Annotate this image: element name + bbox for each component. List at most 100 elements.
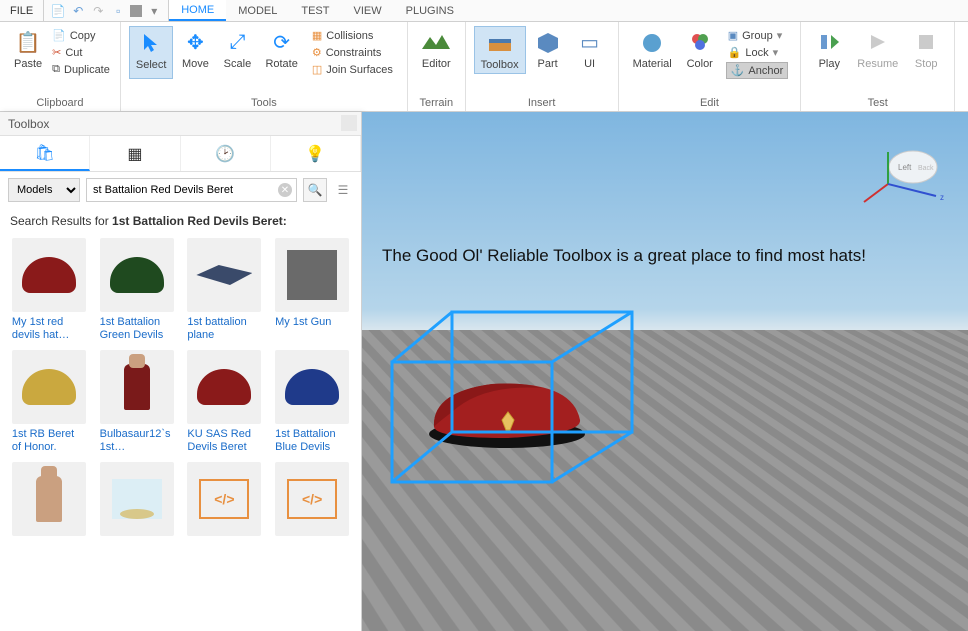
toolbox-button[interactable]: Toolbox <box>474 26 526 74</box>
anchor-button[interactable]: ⚓Anchor <box>726 62 789 79</box>
group-icon: ▣ <box>728 29 738 42</box>
join-icon: ◫ <box>312 63 322 76</box>
toolbox-tab-inventory[interactable]: ▦ <box>90 136 180 171</box>
toolbox-thumb <box>100 238 174 312</box>
cut-icon: ✂ <box>52 46 61 59</box>
clear-search-icon[interactable]: ✕ <box>278 183 292 197</box>
toolbox-item[interactable]: </> <box>184 462 266 568</box>
part-icon <box>534 28 562 56</box>
lock-icon: 🔒 <box>728 46 742 59</box>
toolbox-thumb <box>100 462 174 536</box>
toolbox-thumb <box>12 350 86 424</box>
group-label-clipboard: Clipboard <box>8 97 112 109</box>
toolbox-item-name: My 1st Gun <box>275 316 349 344</box>
toolbox-panel: Toolbox 🛍 ▦ 🕑 💡 Models ✕ 🔍 ☰ Search Resu… <box>0 112 362 631</box>
toolbox-item[interactable]: My 1st Gun <box>271 238 353 344</box>
rotate-button[interactable]: ⟳ Rotate <box>259 26 303 79</box>
scale-button[interactable]: ⤢ Scale <box>217 26 257 79</box>
ui-button[interactable]: ▭ UI <box>570 26 610 74</box>
move-button[interactable]: ✥ Move <box>175 26 215 79</box>
paste-button[interactable]: 📋 Paste <box>8 26 48 77</box>
select-button[interactable]: Select <box>129 26 174 79</box>
close-icon[interactable] <box>341 115 357 131</box>
toolbox-item[interactable]: Bulbasaur12`s 1st… <box>96 350 178 456</box>
toolbox-item-name <box>100 540 174 568</box>
save-icon[interactable]: ▫ <box>110 3 126 19</box>
file-menu[interactable]: FILE <box>0 0 44 21</box>
material-button[interactable]: Material <box>627 26 678 81</box>
group-label-terrain: Terrain <box>416 97 457 109</box>
toolbox-thumb <box>12 238 86 312</box>
duplicate-icon: ⧉ <box>52 63 60 76</box>
stop-icon <box>912 28 940 56</box>
lock-button[interactable]: 🔒Lock▾ <box>726 45 789 60</box>
terrain-editor-button[interactable]: Editor <box>416 26 457 72</box>
toolbox-tab-recent[interactable]: 🕑 <box>181 136 271 171</box>
filter-button[interactable]: ☰ <box>333 178 353 202</box>
toolbox-tab-marketplace[interactable]: 🛍 <box>0 136 90 171</box>
toolbox-title-text: Toolbox <box>8 117 49 131</box>
bulb-icon: 💡 <box>305 144 325 164</box>
toolbox-item[interactable]: KU SAS Red Devils Beret <box>184 350 266 456</box>
play-icon <box>815 28 843 56</box>
search-button[interactable]: 🔍 <box>303 178 327 202</box>
color-swatch[interactable] <box>130 5 142 17</box>
group-label-tools: Tools <box>129 97 399 109</box>
constraints-toggle[interactable]: ⚙Constraints <box>310 45 395 60</box>
toolbox-item[interactable]: 1st Battalion Blue Devils <box>271 350 353 456</box>
undo-icon[interactable]: ↶ <box>70 3 86 19</box>
toolbox-item[interactable]: My 1st red devils hat… <box>8 238 90 344</box>
collisions-toggle[interactable]: ▦Collisions <box>310 28 395 43</box>
toolbox-search-row: Models ✕ 🔍 ☰ <box>0 172 361 208</box>
toolbox-item[interactable]: 1st RB Beret of Honor. <box>8 350 90 456</box>
tab-home[interactable]: HOME <box>169 0 226 21</box>
toolbox-item[interactable] <box>8 462 90 568</box>
join-surfaces-toggle[interactable]: ◫Join Surfaces <box>310 62 395 77</box>
ui-icon: ▭ <box>576 28 604 56</box>
toolbox-titlebar[interactable]: Toolbox <box>0 112 361 136</box>
qat-dropdown-icon[interactable]: ▾ <box>146 3 162 19</box>
ribbon-group-clipboard: 📋 Paste 📄Copy ✂Cut ⧉Duplicate Clipboard <box>0 22 121 111</box>
group-label-edit: Edit <box>627 97 793 109</box>
search-icon: 🔍 <box>308 183 323 197</box>
toolbox-item[interactable]: 1st Battalion Green Devils <box>96 238 178 344</box>
stop-button[interactable]: Stop <box>906 26 946 72</box>
ribbon-group-edit: Material Color ▣Group▾ 🔒Lock▾ ⚓Anchor Ed… <box>619 22 802 111</box>
tab-plugins[interactable]: PLUGINS <box>394 0 466 21</box>
toolbox-item-name: 1st battalion plane <box>187 316 261 344</box>
play-button[interactable]: Play <box>809 26 849 72</box>
toolbox-item[interactable]: 1st battalion plane <box>184 238 266 344</box>
tab-view[interactable]: VIEW <box>341 0 393 21</box>
viewport-caption: The Good Ol' Reliable Toolbox is a great… <box>382 246 866 266</box>
resume-button[interactable]: Resume <box>851 26 904 72</box>
resume-icon <box>864 28 892 56</box>
tab-test[interactable]: TEST <box>289 0 341 21</box>
category-select[interactable]: Models <box>8 178 80 202</box>
redo-icon[interactable]: ↷ <box>90 3 106 19</box>
part-button[interactable]: Part <box>528 26 568 74</box>
ribbon-group-terrain: Editor Terrain <box>408 22 466 111</box>
new-icon[interactable]: 📄 <box>50 3 66 19</box>
toolbox-thumb <box>275 350 349 424</box>
color-button[interactable]: Color <box>680 26 720 81</box>
search-results-header: Search Results for 1st Battalion Red Dev… <box>0 208 361 234</box>
ribbon-group-insert: Toolbox Part ▭ UI Insert <box>466 22 619 111</box>
toolbox-thumb <box>275 238 349 312</box>
orientation-gizmo[interactable]: Left Back z <box>858 142 948 212</box>
cut-button[interactable]: ✂Cut <box>50 45 112 60</box>
toolbox-tabs: 🛍 ▦ 🕑 💡 <box>0 136 361 172</box>
copy-button[interactable]: 📄Copy <box>50 28 112 43</box>
tab-model[interactable]: MODEL <box>226 0 289 21</box>
search-input-wrapper: ✕ <box>86 178 297 202</box>
anchor-icon: ⚓ <box>731 64 745 77</box>
viewport-3d[interactable]: The Good Ol' Reliable Toolbox is a great… <box>362 112 968 631</box>
group-button[interactable]: ▣Group▾ <box>726 28 789 43</box>
duplicate-button[interactable]: ⧉Duplicate <box>50 62 112 77</box>
move-icon: ✥ <box>181 28 209 56</box>
toolbox-item[interactable]: </> <box>271 462 353 568</box>
toolbox-item-name <box>12 540 86 568</box>
toolbox-item[interactable] <box>96 462 178 568</box>
search-input[interactable] <box>93 179 276 201</box>
toolbox-tab-creations[interactable]: 💡 <box>271 136 361 171</box>
toolbox-thumb <box>12 462 86 536</box>
